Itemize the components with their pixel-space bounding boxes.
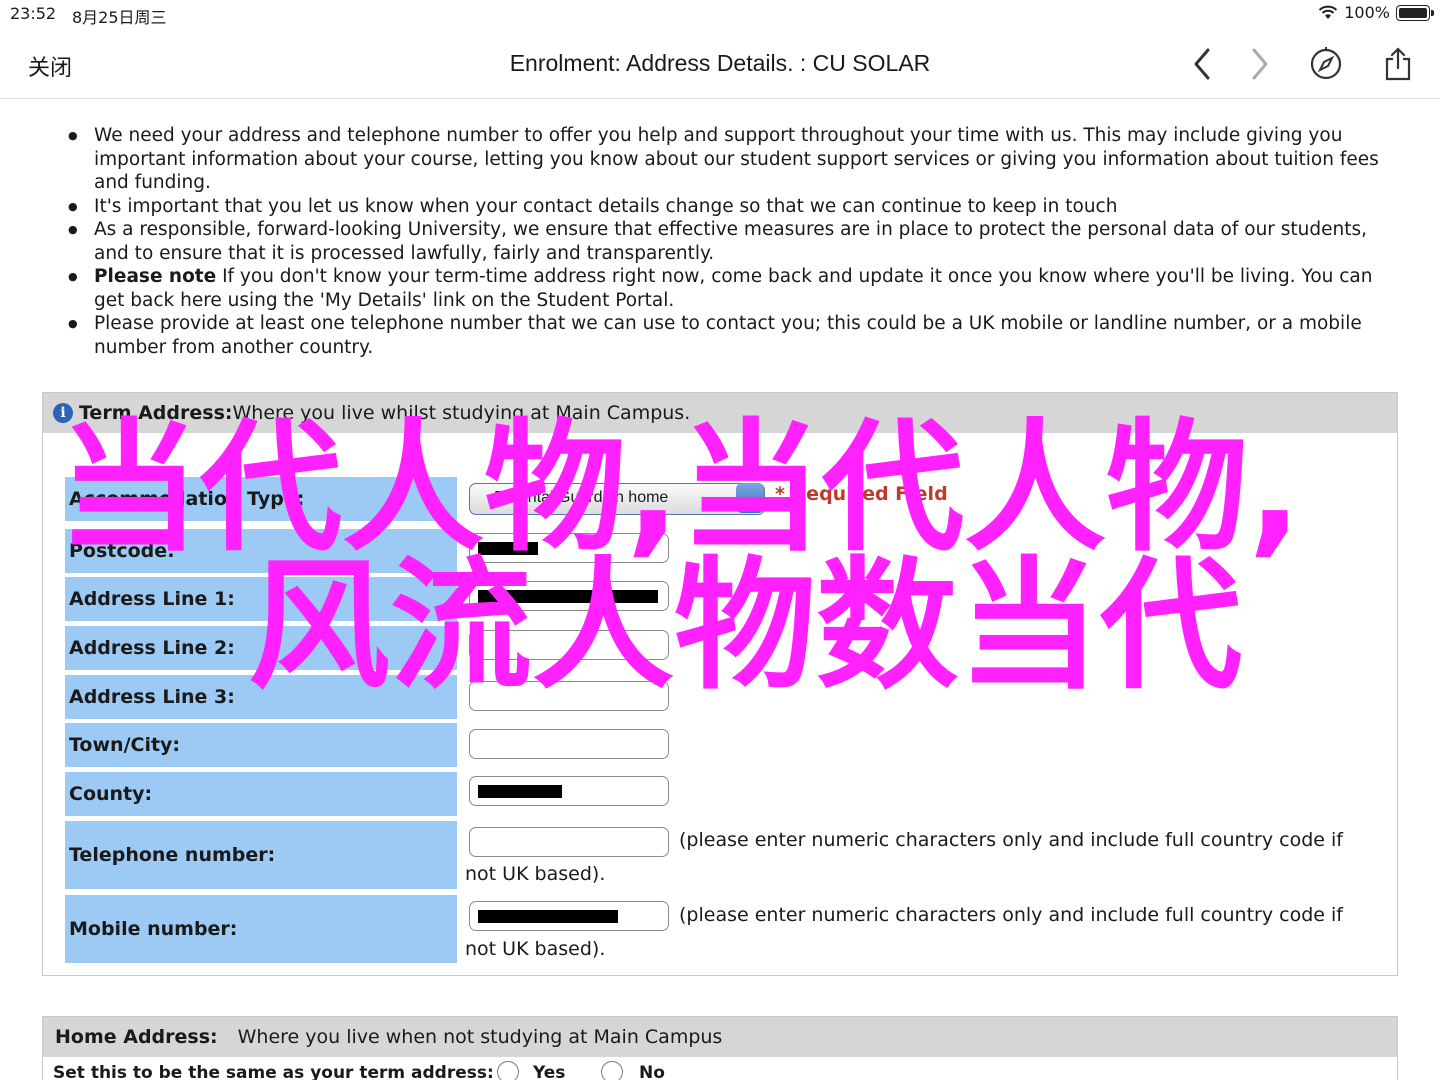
county-label: County: [65, 772, 457, 816]
page-title: Enrolment: Address Details. : CU SOLAR [509, 50, 931, 76]
town-input[interactable] [469, 729, 669, 759]
yes-label: Yes [533, 1063, 566, 1080]
compass-icon[interactable] [1306, 44, 1346, 84]
telephone-row: Telephone number: (please enter numeric … [65, 821, 1375, 889]
county-row: County: [65, 772, 1375, 816]
status-time: 23:52 [10, 4, 57, 23]
nav-bar: 关闭 Enrolment: Address Details. : CU SOLA… [0, 28, 1440, 99]
list-item: It's important that you let us know when… [62, 195, 1402, 219]
same-as-term-label: Set this to be the same as your term add… [53, 1063, 494, 1080]
status-date: 8月25日周三 [72, 8, 167, 27]
redacted-value [478, 785, 562, 798]
mobile-note: (please enter numeric characters only an… [679, 904, 1343, 926]
share-icon[interactable] [1378, 44, 1418, 84]
chevron-right-icon[interactable] [1240, 44, 1280, 84]
home-address-panel: Home Address: Where you live when not st… [42, 1016, 1398, 1080]
telephone-label: Telephone number: [65, 821, 457, 889]
list-item: Please note If you don't know your term-… [62, 265, 1402, 312]
status-bar: 23:52 8月25日周三 100% [0, 0, 1440, 28]
list-item: As a responsible, forward-looking Univer… [62, 218, 1402, 265]
home-address-header: Home Address: Where you live when not st… [43, 1017, 1397, 1057]
no-label: No [639, 1063, 665, 1080]
list-item: Please provide at least one telephone nu… [62, 312, 1402, 359]
redacted-value [478, 910, 618, 923]
wifi-icon [1319, 5, 1338, 19]
mobile-input[interactable] [469, 901, 669, 931]
list-item: We need your address and telephone numbe… [62, 124, 1402, 195]
battery-icon [1396, 4, 1434, 21]
telephone-note-cont: not UK based). [465, 863, 606, 885]
same-yes-radio[interactable] [497, 1061, 519, 1080]
battery-percent: 100% [1344, 3, 1390, 22]
town-row: Town/City: [65, 723, 1375, 767]
info-bullets: We need your address and telephone numbe… [62, 124, 1402, 359]
mobile-label: Mobile number: [65, 895, 457, 963]
telephone-input[interactable] [469, 827, 669, 857]
chevron-left-icon[interactable] [1182, 44, 1222, 84]
county-input[interactable] [469, 776, 669, 806]
telephone-note: (please enter numeric characters only an… [679, 829, 1343, 851]
town-label: Town/City: [65, 723, 457, 767]
mobile-row: Mobile number: (please enter numeric cha… [65, 895, 1375, 963]
mobile-note-cont: not UK based). [465, 938, 606, 960]
status-right: 100% [1318, 3, 1434, 22]
watermark-line-2: 风流人物数当代 [248, 544, 1242, 709]
same-no-radio[interactable] [601, 1061, 623, 1080]
watermark-line-1: 当代人物,当代人物, [58, 406, 1302, 571]
